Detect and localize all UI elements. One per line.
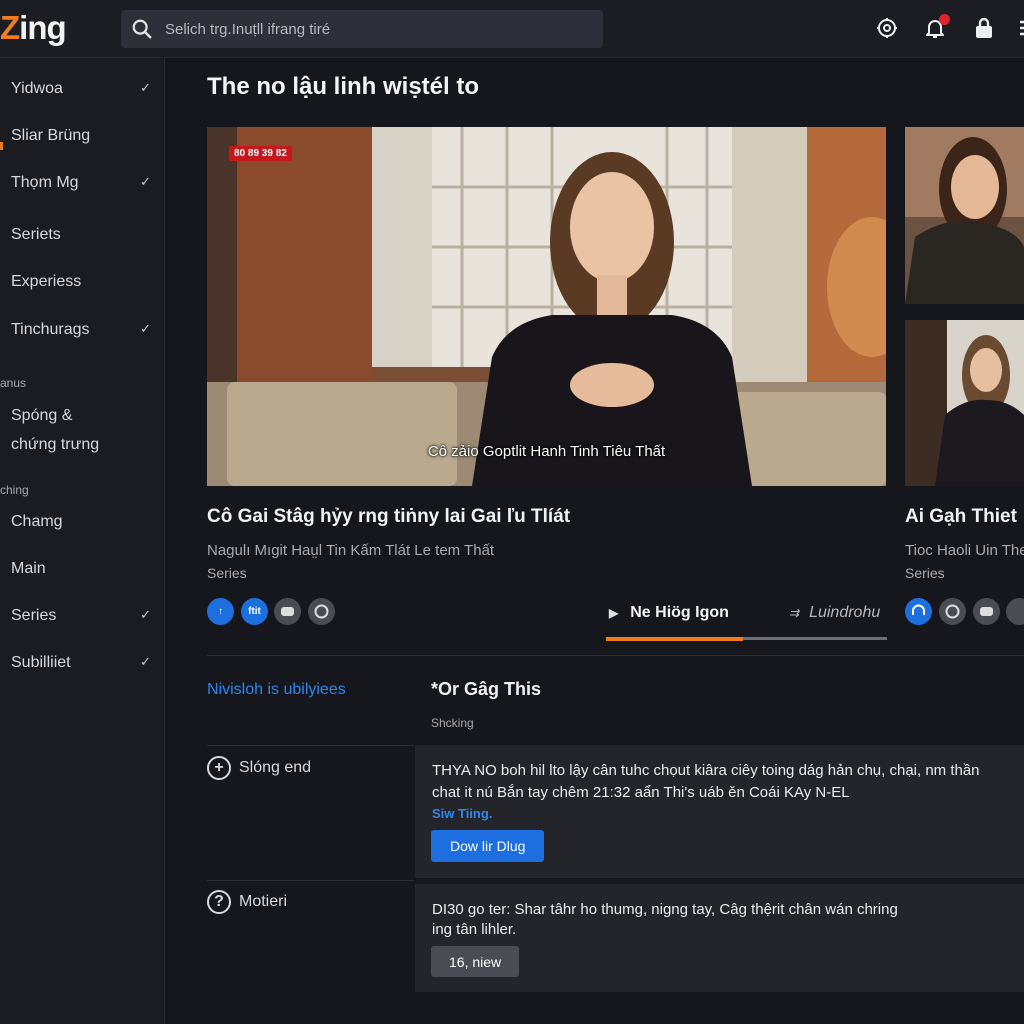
side-thumbnail-top[interactable] — [905, 127, 1024, 304]
sidebar: Yidwoa ✓ Sliar Brüng Thọm Mg ✓ Seriets Exp… — [0, 58, 165, 1024]
side-audio-button[interactable] — [905, 598, 932, 625]
row-label-slong-end[interactable]: + Slóng end — [207, 756, 311, 780]
view-button[interactable]: 16, niew — [431, 946, 520, 977]
tab-indicator-inactive — [743, 637, 887, 640]
video-title[interactable]: Cô Gai Stâg hỷy rng tiṅny lai Gai ľu Tlí… — [207, 506, 570, 528]
lock-icon[interactable] — [972, 16, 996, 40]
side-chat-button[interactable] — [973, 598, 1000, 625]
sidebar-item-main[interactable]: Main — [11, 560, 156, 578]
detail-panel-2: DI30 go ter: Shar tâhr ho thumg, nigng t… — [415, 884, 1024, 992]
thumbnail-frame — [905, 320, 1024, 486]
sidebar-section-heading: ching — [0, 483, 29, 497]
divider — [207, 880, 414, 881]
side-more-button[interactable] — [1006, 598, 1024, 625]
side-video-title[interactable]: Ai Gạh Thiet — [905, 506, 1017, 528]
sidebar-item-chung-trung[interactable]: chứng trưng — [11, 436, 156, 454]
tab-luindrohu[interactable]: ⇉ Luindrohu — [789, 604, 880, 622]
side-thumbnail-bottom[interactable] — [905, 320, 1024, 486]
panel-text-line: THYA NO boh hil lto lậy cân tuhc chọut k… — [432, 762, 980, 779]
sidebar-item-subilliiet[interactable]: Subilliiet ✓ — [11, 654, 156, 672]
video-frame — [207, 127, 886, 486]
play-icon: ▶ — [609, 606, 619, 620]
check-icon: ✓ — [140, 654, 151, 669]
active-marker — [0, 142, 3, 150]
sidebar-item-thom-mg[interactable]: Thọm Mg ✓ — [11, 174, 156, 192]
panel-text-line: chat it nú Bắn tay chêm 21:32 aẩn Thi's … — [432, 784, 850, 801]
divider — [207, 745, 414, 746]
notification-badge — [939, 14, 950, 25]
page-title: The no lậu linh wiṣtél to — [207, 73, 480, 100]
panel-text-line: ing tân lihler. — [432, 921, 517, 938]
upvote-button[interactable]: ↑ — [207, 598, 234, 625]
share-button[interactable] — [308, 598, 335, 625]
sidebar-item-series[interactable]: Series ✓ — [11, 607, 156, 625]
section-subtitle: Shcking — [431, 716, 474, 730]
sidebar-item-tinchurags[interactable]: Tinchurags ✓ — [11, 321, 156, 339]
settings-icon[interactable] — [875, 16, 899, 40]
globe-icon — [314, 604, 329, 619]
side-video-meta: Tioc Haoli Uin The — [905, 542, 1024, 559]
video-player[interactable]: 80 89 39 82 Cô zảio Goptlit Hanh Tinh Ti… — [207, 127, 886, 486]
live-badge: 80 89 39 82 — [229, 146, 292, 161]
menu-icon[interactable] — [1017, 16, 1024, 40]
tab-now-playing[interactable]: ▶ Ne Hiög Igon — [609, 604, 729, 622]
search-icon[interactable] — [131, 18, 153, 40]
chat-button[interactable] — [274, 598, 301, 625]
sidebar-item-sliar-brung[interactable]: Sliar Brüng — [11, 127, 156, 145]
download-button[interactable]: Dow lir Dlug — [431, 830, 545, 862]
plus-circle-icon: + — [207, 756, 231, 780]
chat-icon — [980, 607, 993, 616]
sidebar-item-spong[interactable]: Spóng & — [11, 407, 156, 425]
check-icon: ✓ — [140, 80, 151, 95]
divider — [207, 655, 1024, 656]
subtitles-link[interactable]: Nivisloh is ubilyiees — [207, 681, 346, 699]
fit-button[interactable]: ftit — [241, 598, 268, 625]
row-label-motieri[interactable]: ? Motieri — [207, 890, 287, 914]
sidebar-item-experiess[interactable]: Experiess — [11, 273, 156, 291]
app-logo[interactable]: Zing — [0, 9, 67, 47]
search-input[interactable] — [165, 10, 585, 48]
help-circle-icon: ? — [207, 890, 231, 914]
headphones-icon — [912, 604, 925, 615]
check-icon: ✓ — [140, 321, 151, 336]
search-bar[interactable] — [121, 10, 603, 48]
sidebar-item-yidwoa[interactable]: Yidwoa ✓ — [11, 80, 156, 98]
video-subtitle-meta: Nagulı Mıgit Haṳl Tin Kấm Tlát Le tem Th… — [207, 542, 495, 559]
top-bar: Zing — [0, 0, 1024, 58]
side-share-button[interactable] — [939, 598, 966, 625]
detail-panel-1: THYA NO boh hil lto lậy cân tuhc chọut k… — [415, 745, 1024, 878]
panel-link[interactable]: Siw Tiing. — [432, 806, 492, 821]
chat-icon — [281, 607, 294, 616]
thumbnail-frame — [905, 127, 1024, 304]
tab-indicator-active — [606, 637, 743, 641]
panel-text-line: DI30 go ter: Shar tâhr ho thumg, nigng t… — [432, 901, 898, 918]
check-icon: ✓ — [140, 174, 151, 189]
check-icon: ✓ — [140, 607, 151, 622]
video-subtitle: Cô zảio Goptlit Hanh Tinh Tiêu Thất — [427, 443, 666, 460]
side-video-type: Series — [905, 565, 945, 581]
sidebar-item-seriets[interactable]: Seriets — [11, 226, 156, 244]
section-title: *Or Gâg This — [431, 679, 542, 699]
sidebar-item-chamg[interactable]: Chamg — [11, 513, 156, 531]
video-type: Series — [207, 565, 247, 581]
globe-icon — [945, 604, 960, 619]
forward-icon: ⇉ — [789, 606, 800, 620]
sidebar-section-heading: anus — [0, 376, 27, 390]
